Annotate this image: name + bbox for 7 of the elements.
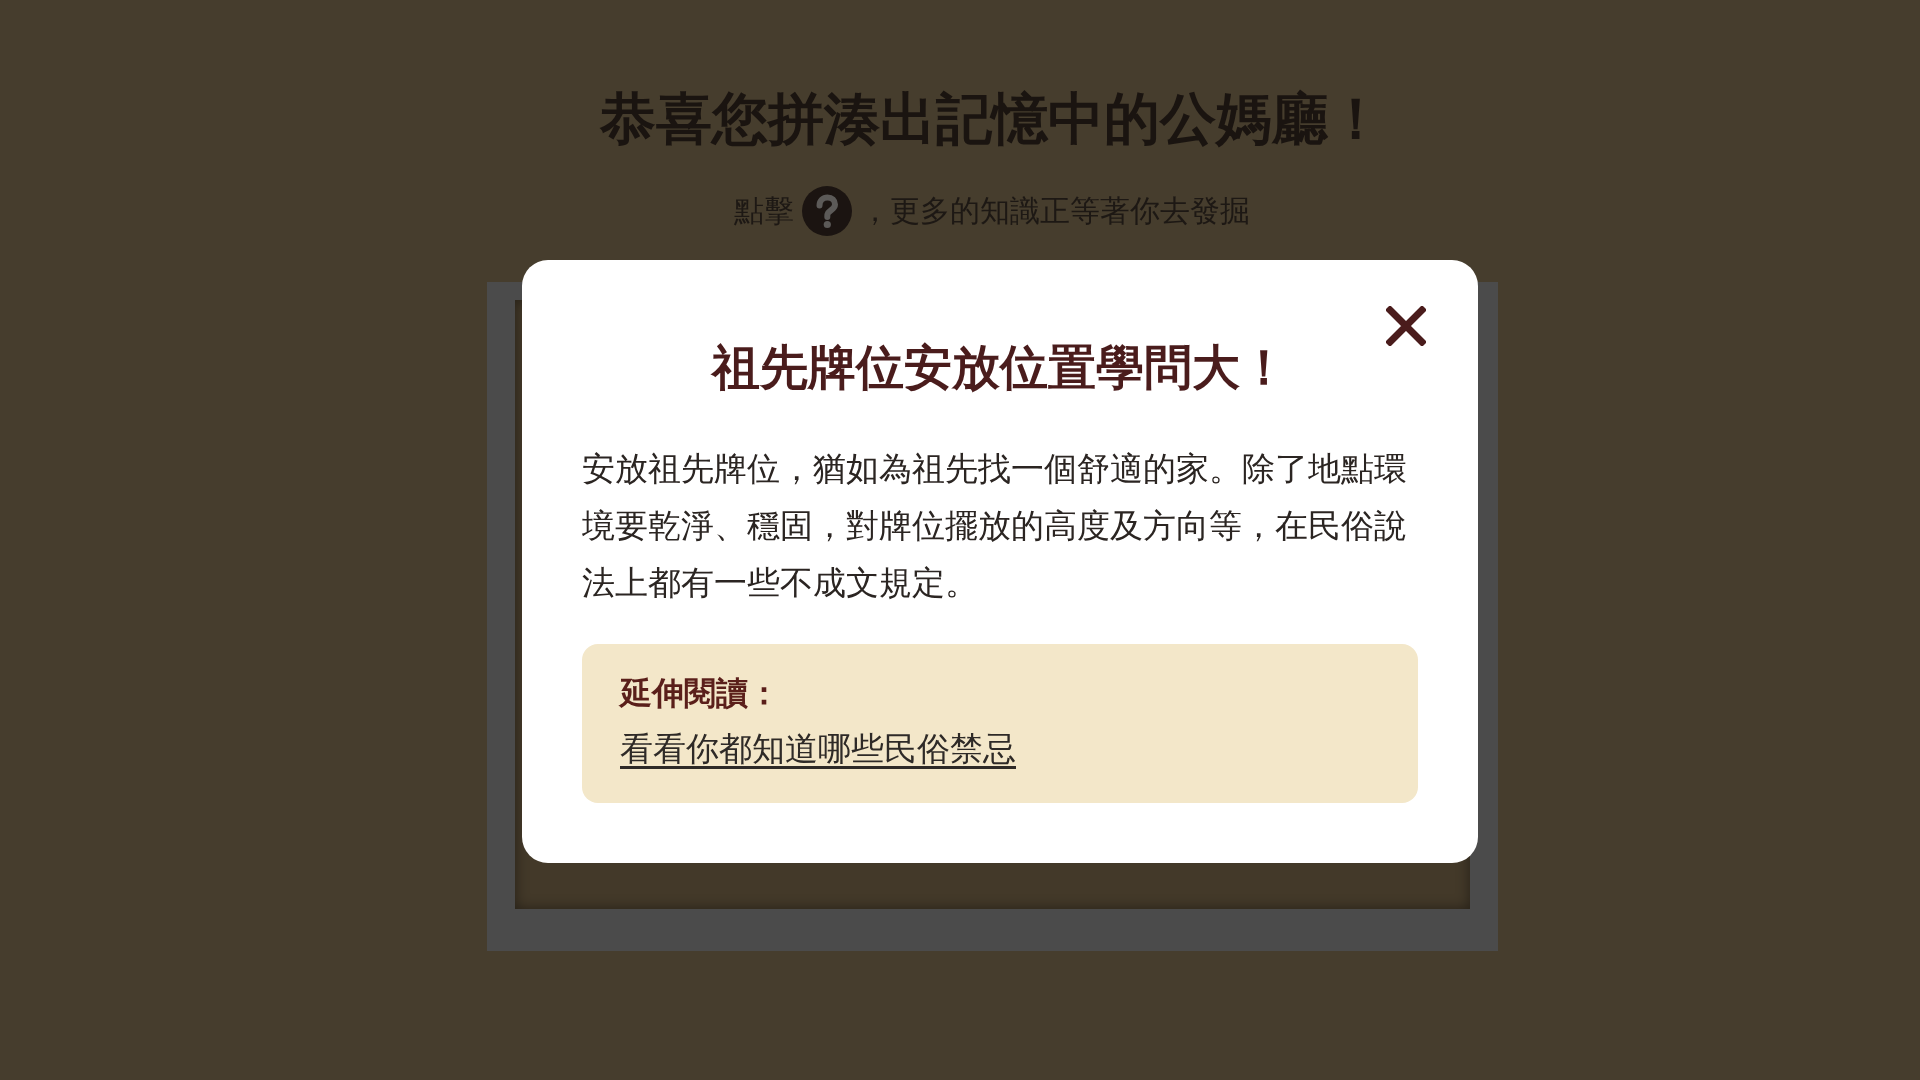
modal-body-text: 安放祖先牌位，猶如為祖先找一個舒適的家。除了地點環境要乾淨、穩固，對牌位擺放的高度及方向等，在民俗說法上都有一些不成文規定。 [582, 448, 1408, 604]
close-icon [1386, 306, 1426, 346]
further-reading-label: 延伸閱讀： [620, 673, 780, 714]
help-icon [802, 186, 852, 236]
modal-title: 祖先牌位安放位置學問大！ [709, 338, 1289, 396]
further-reading-link[interactable]: 看看你都知道哪些民俗禁忌 [620, 726, 1016, 772]
close-button[interactable] [1384, 304, 1428, 348]
